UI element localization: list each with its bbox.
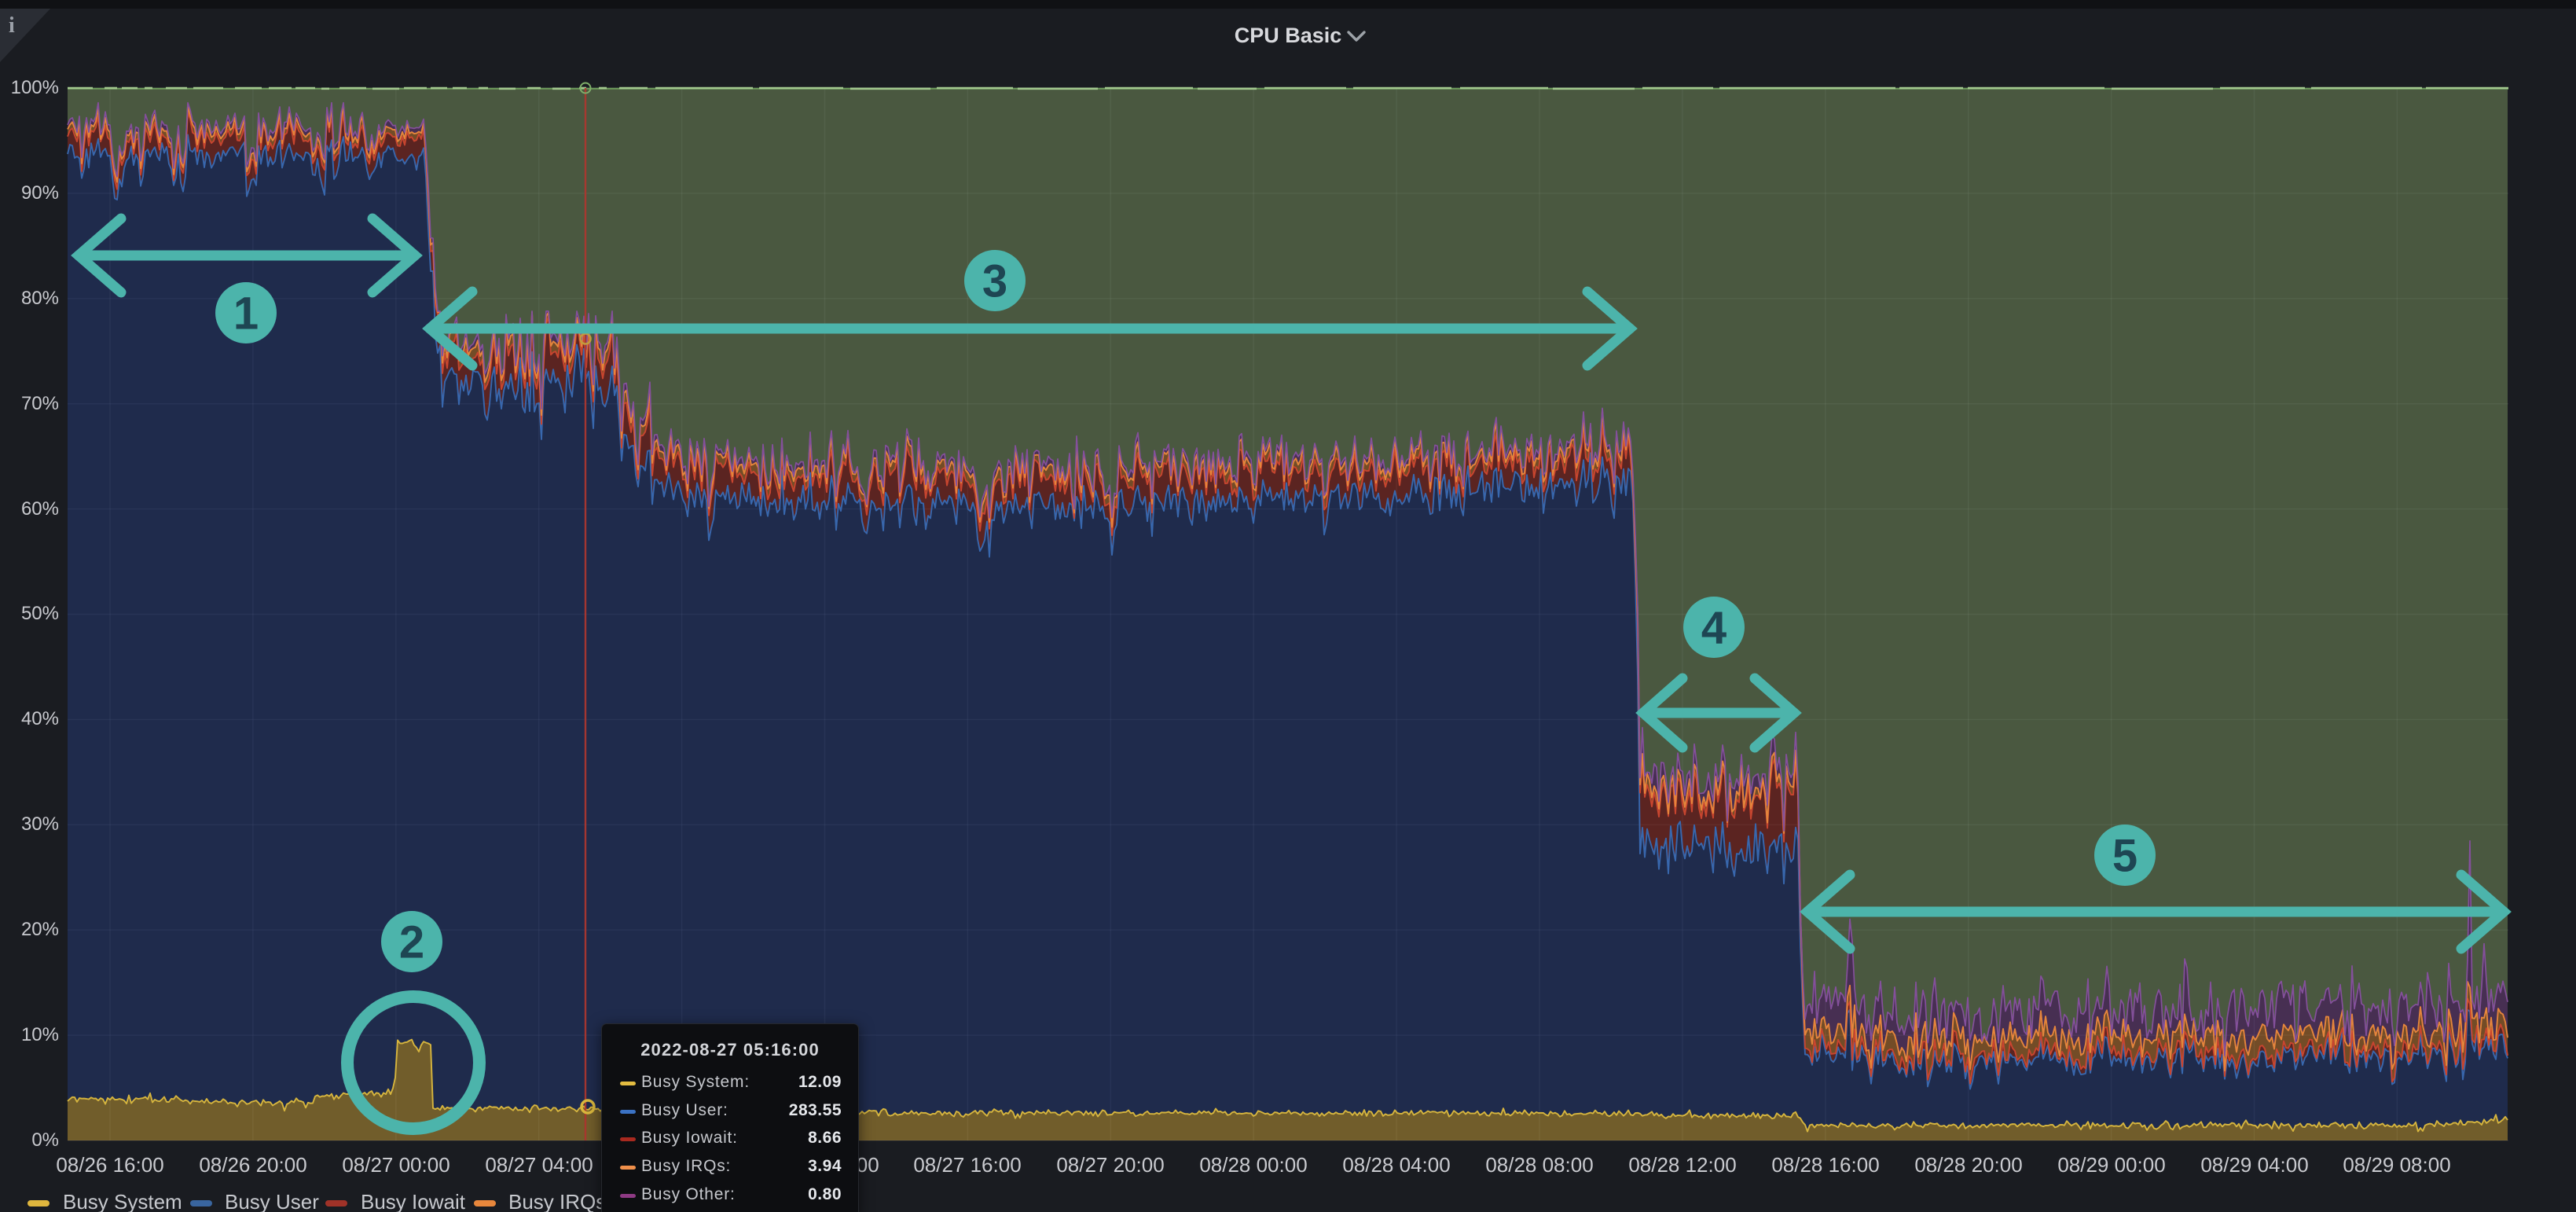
svg-text:4: 4	[1701, 603, 1727, 654]
svg-text:2: 2	[399, 917, 424, 968]
svg-text:3: 3	[982, 256, 1007, 307]
svg-text:1: 1	[233, 288, 259, 340]
svg-text:5: 5	[2112, 831, 2137, 882]
